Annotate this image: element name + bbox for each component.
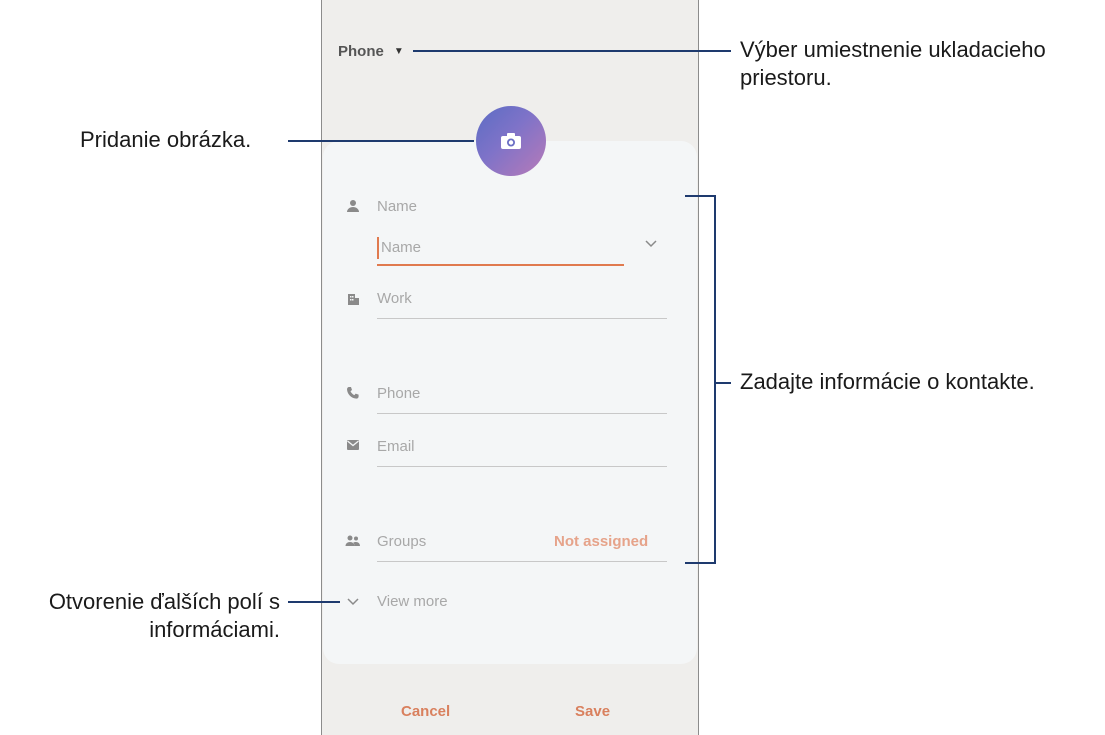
bracket-bottom	[685, 562, 716, 564]
picture-callout-line	[288, 140, 474, 142]
work-field[interactable]: Work	[377, 290, 412, 307]
cancel-button[interactable]: Cancel	[401, 703, 450, 720]
storage-location-label: Phone	[338, 43, 384, 60]
email-field[interactable]: Email	[377, 438, 415, 455]
name-section-label: Name	[377, 198, 418, 215]
picture-callout-text: Pridanie obrázka.	[80, 127, 252, 152]
dropdown-arrow-icon: ▼	[393, 46, 404, 57]
work-underline	[377, 318, 667, 319]
email-icon	[344, 436, 362, 454]
contact-form-card	[323, 141, 697, 664]
more-fields-callout-line	[288, 601, 340, 603]
bracket-tick	[714, 382, 731, 384]
building-icon	[344, 290, 362, 308]
more-fields-callout-text: Otvorenie ďalších polí s informáciami.	[48, 589, 280, 642]
text-cursor	[377, 237, 379, 259]
bracket-top	[685, 195, 716, 197]
bracket-vertical	[714, 195, 716, 564]
phone-icon	[344, 384, 362, 402]
camera-icon	[501, 133, 521, 149]
person-icon	[344, 197, 362, 215]
expand-name-icon[interactable]	[644, 236, 658, 253]
email-underline	[377, 466, 667, 467]
storage-callout-text: Výber umiestnenie ukladacieho priestoru.	[740, 37, 1046, 90]
name-input[interactable]: Name	[381, 239, 421, 256]
name-input-underline	[377, 264, 624, 266]
phone-field[interactable]: Phone	[377, 385, 420, 402]
contact-info-callout-text: Zadajte informácie o kontakte.	[740, 369, 1035, 394]
save-button[interactable]: Save	[575, 703, 610, 720]
groups-underline	[377, 561, 667, 562]
phone-underline	[377, 413, 667, 414]
add-picture-button[interactable]	[476, 106, 546, 176]
view-more-chevron-icon[interactable]	[346, 594, 360, 611]
groups-icon	[344, 532, 362, 550]
storage-location-dropdown[interactable]: Phone ▼	[338, 43, 404, 60]
groups-field-label[interactable]: Groups	[377, 533, 426, 550]
view-more-button[interactable]: View more	[377, 593, 448, 610]
storage-callout-line	[413, 50, 731, 52]
groups-value[interactable]: Not assigned	[554, 533, 648, 550]
